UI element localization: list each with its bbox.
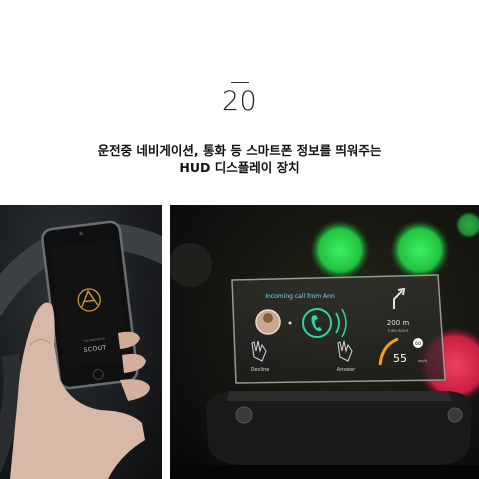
distance-value: 200 m [387, 319, 410, 327]
speed-unit: km/h [418, 359, 427, 363]
photo-phone-in-hand: Connected to SCOUT [0, 205, 162, 479]
green-light [390, 220, 450, 280]
distance-caption: TURN RIGHT [386, 329, 410, 333]
header-section: 20 운전중 네비게이션, 통화 등 스마트폰 정보를 띄워주는 HUD 디스플… [0, 0, 479, 205]
caption: 운전중 네비게이션, 통화 등 스마트폰 정보를 띄워주는 HUD 디스플레이 … [0, 142, 479, 176]
hud-scene: Incoming call from Ann Decline Answer 20… [170, 211, 479, 479]
speed-limit-value: 60 [415, 341, 421, 347]
speed-value: 55 [393, 352, 407, 365]
divider-dash [231, 82, 249, 83]
decline-label: Decline [251, 367, 270, 373]
call-text: Incoming call from Ann [265, 293, 335, 300]
phone-scene: Connected to SCOUT [0, 220, 162, 479]
caption-line-2: HUD 디스플레이 장치 [179, 160, 300, 175]
caption-line-1: 운전중 네비게이션, 통화 등 스마트폰 정보를 띄워주는 [97, 143, 382, 158]
photo-hud-device: Incoming call from Ann Decline Answer 20… [170, 205, 479, 479]
answer-label: Answer [337, 367, 356, 373]
green-light [310, 220, 370, 280]
hud-device-base [206, 391, 473, 465]
item-number: 20 [221, 86, 258, 117]
